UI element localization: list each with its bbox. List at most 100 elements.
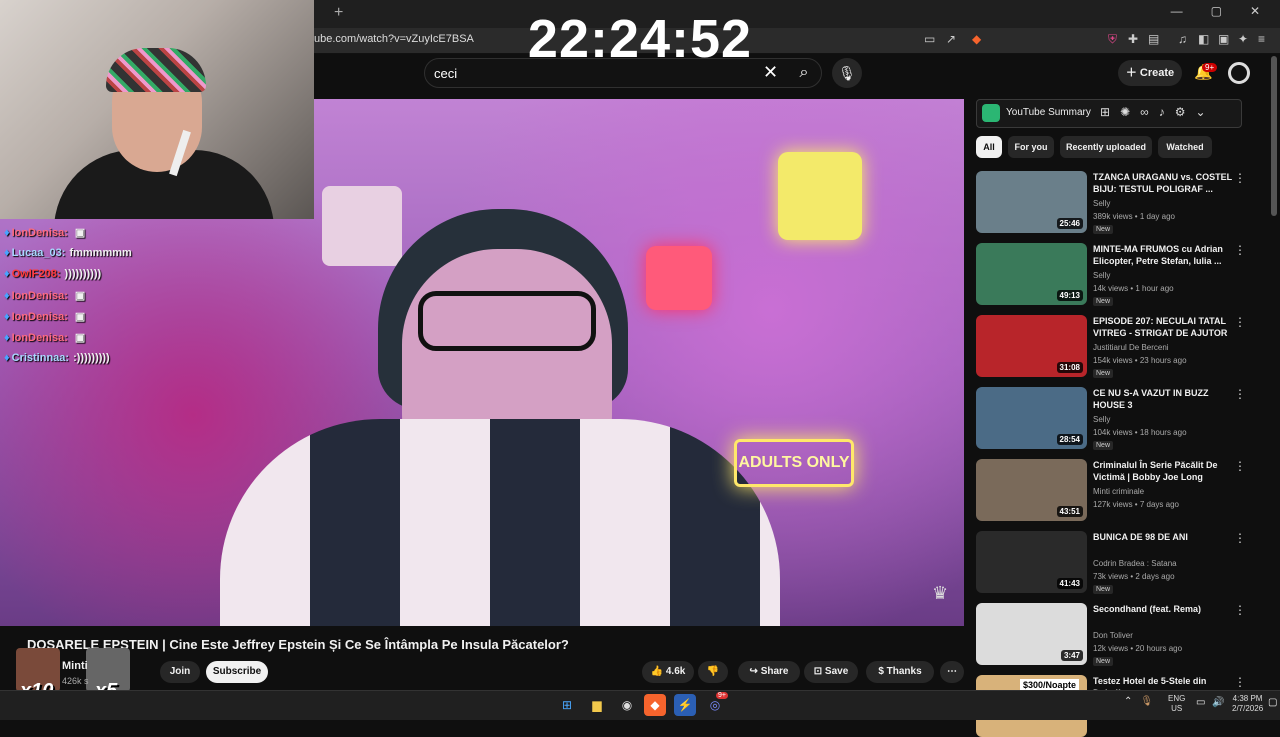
video-thumbnail[interactable]: 49:13 — [976, 243, 1087, 305]
chatgpt-icon[interactable]: ✺ — [1120, 105, 1140, 119]
create-label: Create — [1139, 67, 1175, 79]
save-button[interactable]: ⊡ Save — [804, 661, 858, 683]
video-channel[interactable]: Selly — [1093, 199, 1110, 208]
robot-icon[interactable]: ⊞ — [1100, 105, 1120, 119]
chat-username: IonDenisa: — [11, 290, 68, 302]
app-icon[interactable]: ⚡ — [674, 694, 696, 716]
brave-shield-icon[interactable]: ◆ — [972, 32, 981, 46]
account-avatar[interactable] — [1228, 62, 1250, 84]
video-title-link[interactable]: BUNICA DE 98 DE ANI — [1093, 531, 1233, 543]
notification-center-icon[interactable]: ▢ — [1268, 697, 1277, 708]
tray-expand-icon[interactable]: ⌃ — [1124, 696, 1132, 707]
video-thumbnail[interactable]: 3:47 — [976, 603, 1087, 665]
chat-badge-icon: ♦ — [4, 352, 10, 364]
video-thumbnail[interactable]: 28:54 — [976, 387, 1087, 449]
music-icon[interactable]: ♫ — [1178, 32, 1187, 46]
video-title-link[interactable]: MINTE-MA FRUMOS cu Adrian Elicopter, Pet… — [1093, 243, 1233, 267]
video-menu-icon[interactable]: ⋮ — [1234, 531, 1246, 545]
sidebar-icon[interactable]: ◧ — [1198, 32, 1209, 46]
video-channel[interactable]: Codrin Bradea : Satana — [1093, 559, 1177, 568]
video-menu-icon[interactable]: ⋮ — [1234, 603, 1246, 617]
chat-emote-icon: ▣ — [71, 227, 86, 239]
scrollbar[interactable] — [1271, 56, 1277, 216]
restore-icon[interactable]: ▢ — [1211, 4, 1222, 18]
mic-icon[interactable]: 🎙 — [832, 58, 862, 88]
tab-icon[interactable]: ▤ — [1148, 32, 1159, 46]
settings-icon[interactable]: ⚙ — [1175, 105, 1196, 119]
video-title-link[interactable]: Secondhand (feat. Rema) — [1093, 603, 1233, 615]
subscribe-button[interactable]: Subscribe — [206, 661, 268, 683]
search-icon[interactable]: ⌕ — [786, 59, 822, 87]
volume-icon[interactable]: 🔊 — [1212, 697, 1224, 708]
video-duration: 43:51 — [1056, 506, 1083, 517]
video-thumbnail[interactable]: 25:46 — [976, 171, 1087, 233]
taskbar-clock[interactable]: 4:38 PM 2/7/2026 — [1232, 694, 1263, 714]
video-title-link[interactable]: TZANCA URAGANU vs. COSTEL BIJU: TESTUL P… — [1093, 171, 1233, 195]
thanks-icon: $ — [878, 666, 884, 677]
video-channel[interactable]: Justitiarul De Berceni — [1093, 343, 1169, 352]
ai-icon[interactable]: ✦ — [1238, 32, 1248, 46]
video-meta: 127k views • 7 days ago — [1093, 500, 1179, 509]
new-tab-button[interactable]: + — [334, 4, 343, 22]
create-button[interactable]: ＋ Create — [1118, 60, 1182, 86]
video-channel[interactable]: Don Toliver — [1093, 631, 1133, 640]
search-input[interactable]: ceci — [434, 66, 457, 81]
extension-icon[interactable]: ⛨ — [1108, 32, 1117, 47]
file-explorer-icon[interactable]: ▆ — [586, 694, 608, 716]
chip-watched[interactable]: Watched — [1158, 136, 1212, 158]
channel-name[interactable]: Minti — [62, 660, 88, 672]
video-title-link[interactable]: CE NU S-A VAZUT IN BUZZ HOUSE 3 — [1093, 387, 1233, 411]
video-menu-icon[interactable]: ⋮ — [1234, 387, 1246, 401]
close-icon[interactable]: ✕ — [1250, 4, 1260, 18]
share-button[interactable]: ↪ Share — [738, 661, 800, 683]
chip-recently-uploaded[interactable]: Recently uploaded — [1060, 136, 1152, 158]
chip-all[interactable]: All — [976, 136, 1002, 158]
video-menu-icon[interactable]: ⋮ — [1234, 459, 1246, 473]
start-icon[interactable]: ⊞ — [556, 694, 578, 716]
share-arrow-icon: ↪ — [749, 666, 758, 677]
obs-icon[interactable]: ◉ — [616, 694, 638, 716]
video-thumbnail[interactable]: 31:08 — [976, 315, 1087, 377]
video-channel[interactable]: Selly — [1093, 415, 1110, 424]
cast-icon[interactable]: ▭ — [924, 32, 935, 46]
video-thumbnail[interactable]: 41:43 — [976, 531, 1087, 593]
brave-browser-icon[interactable]: ◆ — [644, 694, 666, 716]
video-menu-icon[interactable]: ⋮ — [1234, 675, 1246, 689]
chip-for-you[interactable]: For you — [1008, 136, 1054, 158]
chat-badge-icon: ♦ — [4, 227, 10, 239]
thanks-button[interactable]: $ Thanks — [866, 661, 934, 683]
video-channel[interactable]: Minti criminale — [1093, 487, 1144, 496]
video-channel[interactable]: Selly — [1093, 271, 1110, 280]
video-title-link[interactable]: EPISODE 207: NECULAI TATAL VITREG - STRI… — [1093, 315, 1233, 339]
summary-toolbar[interactable]: ⊞✺∞♪⚙⌄ — [1100, 105, 1216, 119]
share-icon[interactable]: ↗ — [946, 32, 956, 46]
video-menu-icon[interactable]: ⋮ — [1234, 243, 1246, 257]
dislike-button[interactable]: 👎 — [698, 661, 728, 683]
video-meta: 104k views • 18 hours ago — [1093, 428, 1187, 437]
network-icon[interactable]: ▭ — [1196, 697, 1205, 708]
channel-subscribers: 426k s — [62, 676, 89, 686]
chat-emote-icon: ▣ — [71, 311, 86, 323]
tray-mic-icon[interactable]: 🎙 — [1140, 696, 1153, 707]
video-title-link[interactable]: Criminalul În Serie Păcălit De Victimă |… — [1093, 459, 1233, 483]
stream-clock: 22:24:52 — [527, 9, 753, 69]
thanks-label: Thanks — [886, 666, 922, 677]
url-field[interactable]: ube.com/watch?v=vZuyIcE7BSA — [314, 33, 474, 45]
more-actions-button[interactable]: ⋯ — [940, 661, 964, 683]
like-button[interactable]: 👍 4.6k — [642, 661, 694, 683]
wallet-icon[interactable]: ▣ — [1218, 32, 1229, 46]
audio-icon[interactable]: ♪ — [1159, 105, 1175, 119]
minimize-icon[interactable]: — — [1171, 4, 1183, 18]
menu-icon[interactable]: ≡ — [1258, 32, 1265, 46]
language-indicator[interactable]: ENG US — [1168, 694, 1185, 714]
video-yellow-frame — [778, 152, 862, 240]
video-menu-icon[interactable]: ⋮ — [1234, 315, 1246, 329]
video-menu-icon[interactable]: ⋮ — [1234, 171, 1246, 185]
puzzle-icon[interactable]: ✚ — [1128, 32, 1138, 46]
chevron-down-icon[interactable]: ⌄ — [1195, 105, 1215, 119]
glasses-icon[interactable]: ∞ — [1140, 105, 1159, 119]
join-button[interactable]: Join — [160, 661, 200, 683]
bookmark-icon: ⊡ — [813, 666, 823, 677]
video-thumbnail[interactable]: 43:51 — [976, 459, 1087, 521]
video-duration: 28:54 — [1056, 434, 1083, 445]
